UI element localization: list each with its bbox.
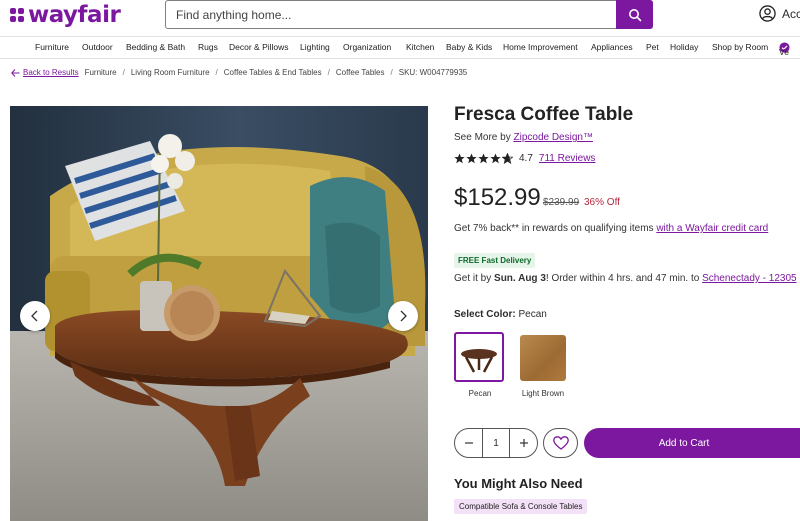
quantity-stepper: 1 xyxy=(454,428,538,458)
original-price: $239.99 xyxy=(543,197,580,208)
nav-item-ve-label: Ve xyxy=(779,47,789,57)
search-bar[interactable]: Find anything home... xyxy=(165,0,653,29)
star-rating xyxy=(454,153,513,164)
sku-label: SKU: W004779935 xyxy=(398,68,468,77)
search-button[interactable] xyxy=(616,0,653,29)
add-to-cart-button[interactable]: Add to Cart xyxy=(584,428,800,458)
shipping-badge: FREE Fast Delivery xyxy=(454,253,536,268)
nav-item-baby-kids[interactable]: Baby & Kids xyxy=(446,42,492,52)
logo-mark-icon xyxy=(10,7,25,23)
nav-item-bedding-bath[interactable]: Bedding & Bath xyxy=(126,42,185,52)
breadcrumb-item[interactable]: Coffee Tables xyxy=(336,68,385,77)
chevron-right-icon xyxy=(400,310,407,322)
breadcrumb-separator: / xyxy=(327,68,330,77)
nav-item-furniture[interactable]: Furniture xyxy=(35,42,69,52)
breadcrumb-separator: / xyxy=(122,68,125,77)
search-input[interactable]: Find anything home... xyxy=(176,8,291,22)
decrease-quantity-button[interactable] xyxy=(455,429,482,457)
star-half-icon xyxy=(502,153,513,164)
breadcrumb-item[interactable]: Furniture xyxy=(85,68,117,77)
breadcrumb-separator: / xyxy=(390,68,393,77)
breadcrumb-item[interactable]: Living Room Furniture xyxy=(131,68,210,77)
star-icon xyxy=(478,153,489,164)
back-to-results-link[interactable]: Back to Results xyxy=(11,68,79,77)
star-icon xyxy=(490,153,501,164)
account-icon xyxy=(759,5,776,22)
product-title: Fresca Coffee Table xyxy=(454,104,634,125)
delivery-prefix: Get it by xyxy=(454,273,492,284)
wayfair-logo[interactable]: wayfair xyxy=(10,2,121,28)
nav-item-kitchen[interactable]: Kitchen xyxy=(406,42,434,52)
swatch-label-pecan: Pecan xyxy=(468,389,492,398)
rating-summary[interactable]: 4.7 711 Reviews xyxy=(454,153,595,164)
star-icon xyxy=(454,153,465,164)
rating-value: 4.7 xyxy=(519,153,533,164)
nav-item-organization[interactable]: Organization xyxy=(343,42,391,52)
increase-quantity-button[interactable] xyxy=(510,429,537,457)
search-icon xyxy=(628,8,641,21)
select-color-text: Select Color: xyxy=(454,309,516,320)
sale-price: $152.99 xyxy=(454,184,541,211)
plus-icon xyxy=(519,439,528,447)
breadcrumb-item[interactable]: Coffee Tables & End Tables xyxy=(224,68,322,77)
brand-link[interactable]: Zipcode Design™ xyxy=(513,132,592,143)
product-image-gallery[interactable] xyxy=(10,106,428,521)
logo-text: wayfair xyxy=(28,2,121,28)
credit-card-link[interactable]: with a Wayfair credit card xyxy=(656,223,768,234)
nav-item-pet[interactable]: Pet xyxy=(646,42,659,52)
category-nav: Furniture Outdoor Bedding & Bath Rugs De… xyxy=(0,36,800,59)
nav-item-rugs[interactable]: Rugs xyxy=(198,42,218,52)
selected-color-value: Pecan xyxy=(518,309,547,320)
site-header: wayfair Find anything home... Account xyxy=(0,0,800,36)
nav-item-decor-pillows[interactable]: Decor & Pillows xyxy=(229,42,289,52)
minus-icon xyxy=(464,442,473,444)
you-might-also-need-heading: You Might Also Need xyxy=(454,476,583,491)
chevron-left-icon xyxy=(31,310,38,322)
next-image-button[interactable] xyxy=(388,301,418,331)
nav-item-verified[interactable]: Ve xyxy=(779,42,790,57)
delivery-date: Sun. Aug 3 xyxy=(494,273,546,284)
compatible-tables-chip[interactable]: Compatible Sofa & Console Tables xyxy=(454,499,588,514)
rewards-text: Get 7% back** in rewards on qualifying i… xyxy=(454,223,654,234)
discount-label: 36% Off xyxy=(584,197,620,208)
heart-icon xyxy=(552,436,569,450)
add-to-favorites-button[interactable] xyxy=(543,428,578,458)
breadcrumb-separator: / xyxy=(215,68,218,77)
account-label: Account xyxy=(782,6,800,21)
star-icon xyxy=(466,153,477,164)
delivery-estimate: Get it by Sun. Aug 3! Order within 4 hrs… xyxy=(454,273,797,284)
nav-item-appliances[interactable]: Appliances xyxy=(591,42,633,52)
see-more-prefix: See More by xyxy=(454,132,511,143)
product-photo xyxy=(10,106,428,521)
pecan-table-thumbnail xyxy=(461,349,497,373)
arrow-left-icon xyxy=(11,68,20,77)
delivery-suffix: ! Order within 4 hrs. and 47 min. to xyxy=(545,273,700,284)
nav-item-shop-by-room[interactable]: Shop by Room xyxy=(712,42,768,52)
color-selector-label: Select Color: Pecan xyxy=(454,309,547,320)
rewards-message: Get 7% back** in rewards on qualifying i… xyxy=(454,223,768,234)
swatch-label-light-brown: Light Brown xyxy=(521,389,565,398)
previous-image-button[interactable] xyxy=(20,301,50,331)
quantity-input[interactable]: 1 xyxy=(482,429,510,457)
nav-item-holiday[interactable]: Holiday xyxy=(670,42,698,52)
color-swatch-light-brown[interactable] xyxy=(520,335,566,381)
delivery-location-link[interactable]: Schenectady - 12305 xyxy=(702,273,797,284)
breadcrumb: Back to Results Furniture / Living Room … xyxy=(11,68,467,77)
account-button[interactable]: Account xyxy=(759,5,800,22)
see-more-by: See More by Zipcode Design™ xyxy=(454,132,593,143)
nav-item-home-improvement[interactable]: Home Improvement xyxy=(503,42,578,52)
nav-item-outdoor[interactable]: Outdoor xyxy=(82,42,113,52)
nav-item-lighting[interactable]: Lighting xyxy=(300,42,330,52)
color-swatch-pecan[interactable] xyxy=(454,332,504,382)
back-to-results-label: Back to Results xyxy=(23,68,79,77)
reviews-link[interactable]: 711 Reviews xyxy=(539,153,596,164)
